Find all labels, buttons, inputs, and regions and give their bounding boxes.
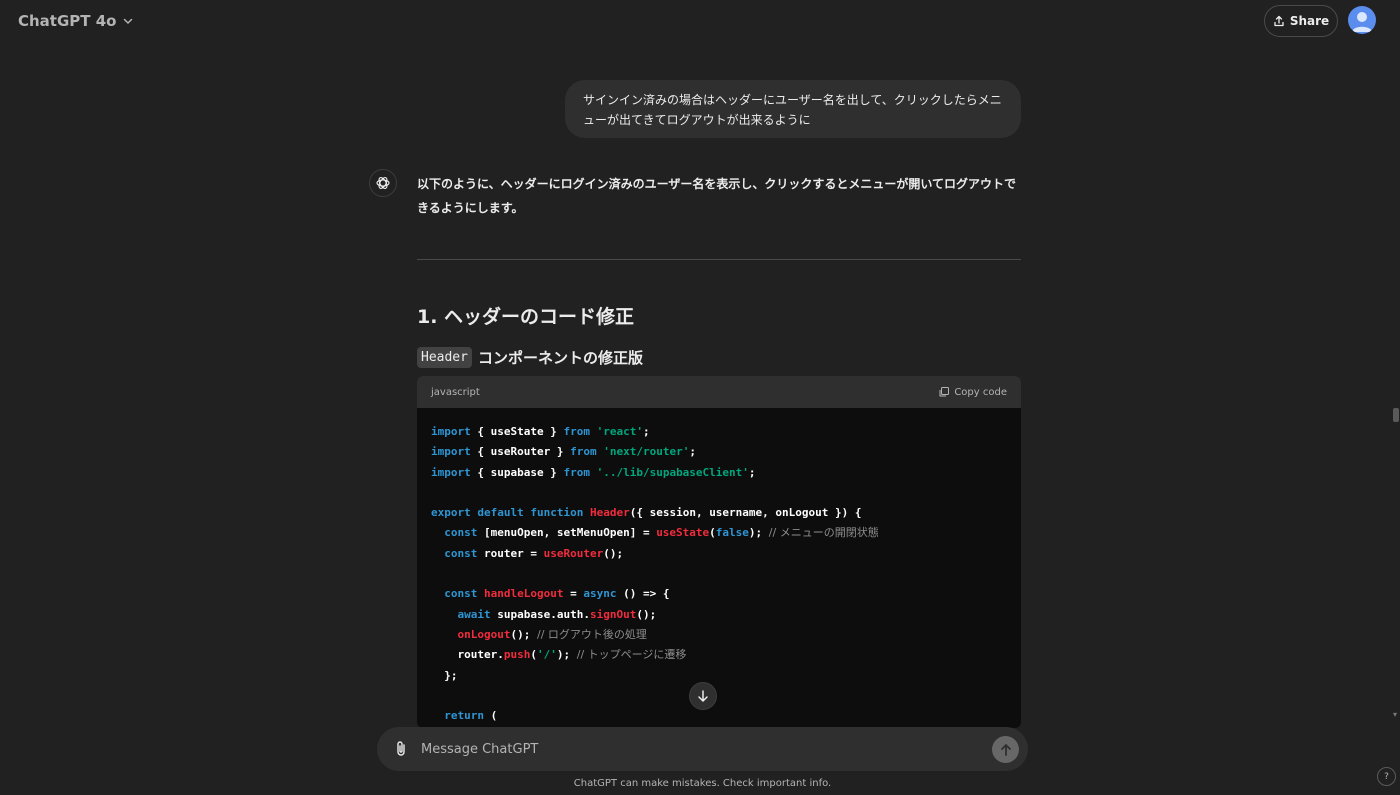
scrollbar-down-arrow-icon[interactable]: ▾ bbox=[1393, 710, 1400, 719]
help-button[interactable]: ? bbox=[1377, 767, 1396, 786]
code-block-header: javascript Copy code bbox=[417, 376, 1021, 408]
code-body: import { useState } from 'react'; import … bbox=[417, 408, 1021, 728]
disclaimer-text: ChatGPT can make mistakes. Check importa… bbox=[573, 778, 832, 789]
model-name: ChatGPT 4o bbox=[18, 12, 117, 30]
subsection-text: コンポーネントの修正版 bbox=[477, 348, 643, 367]
top-bar: ChatGPT 4o Share bbox=[0, 0, 1400, 42]
code-line: router.push('/'); // トップページに遷移 bbox=[431, 648, 687, 662]
code-line: return ( bbox=[444, 709, 498, 723]
user-avatar[interactable] bbox=[1348, 6, 1376, 34]
code-line: await supabase.auth.signOut(); bbox=[457, 607, 657, 621]
message-composer bbox=[377, 727, 1028, 771]
code-line: onLogout(); // ログアウト後の処理 bbox=[457, 627, 647, 641]
code-line: }; bbox=[431, 668, 458, 682]
section-title: 1. ヘッダーのコード修正 bbox=[417, 306, 635, 328]
chevron-down-icon bbox=[124, 18, 133, 25]
code-line: import { supabase } from '../lib/supabas… bbox=[431, 465, 756, 479]
code-line: export default function Header({ session… bbox=[431, 506, 862, 520]
message-input[interactable] bbox=[421, 737, 981, 761]
assistant-intro: 以下のように、ヘッダーにログイン済みのユーザー名を表示し、クリックするとメニュー… bbox=[417, 177, 1017, 215]
code-language: javascript bbox=[431, 386, 480, 398]
arrow-up-icon bbox=[1000, 743, 1011, 756]
section-divider bbox=[417, 259, 1021, 260]
copy-icon bbox=[939, 387, 950, 397]
code-line: const router = useRouter(); bbox=[444, 546, 624, 560]
share-icon bbox=[1274, 15, 1284, 27]
code-line: const handleLogout = async () => { bbox=[444, 587, 670, 601]
arrow-down-icon bbox=[698, 690, 708, 702]
scroll-to-bottom-button[interactable] bbox=[689, 682, 717, 710]
code-comment: // メニューの開閉状態 bbox=[768, 526, 879, 540]
copy-code-button[interactable]: Copy code bbox=[938, 386, 1007, 398]
user-message-text: サインイン済みの場合はヘッダーにユーザー名を出して、クリックしたらメニューが出て… bbox=[583, 93, 1002, 127]
code-line: const [menuOpen, setMenuOpen] = useState… bbox=[444, 526, 879, 540]
paperclip-icon bbox=[397, 741, 405, 756]
chat-app: ChatGPT 4o Share サインイン済みの場合はヘッダーにユーザー名を出… bbox=[0, 0, 1400, 795]
send-button[interactable] bbox=[992, 736, 1019, 763]
subsection-title: Header コンポーネントの修正版 bbox=[417, 344, 643, 370]
code-block: javascript Copy code import { useState }… bbox=[417, 376, 1021, 728]
user-icon bbox=[1352, 12, 1372, 32]
code-line: import { useRouter } from 'next/router'; bbox=[431, 445, 696, 459]
scrollbar-thumb[interactable] bbox=[1393, 408, 1399, 422]
user-message-bubble: サインイン済みの場合はヘッダーにユーザー名を出して、クリックしたらメニューが出て… bbox=[565, 80, 1021, 138]
attach-button[interactable] bbox=[391, 738, 411, 760]
inline-code-header: Header bbox=[417, 346, 472, 368]
copy-code-label: Copy code bbox=[954, 386, 1007, 398]
share-label: Share bbox=[1289, 14, 1330, 28]
model-switcher[interactable]: ChatGPT 4o bbox=[10, 7, 142, 35]
code-comment: // トップページに遷移 bbox=[576, 648, 687, 662]
code-line: import { useState } from 'react'; bbox=[431, 425, 650, 438]
share-button[interactable]: Share bbox=[1264, 5, 1338, 37]
code-comment: // ログアウト後の処理 bbox=[536, 627, 647, 641]
assistant-avatar bbox=[369, 169, 397, 197]
openai-logo-icon bbox=[376, 177, 390, 189]
